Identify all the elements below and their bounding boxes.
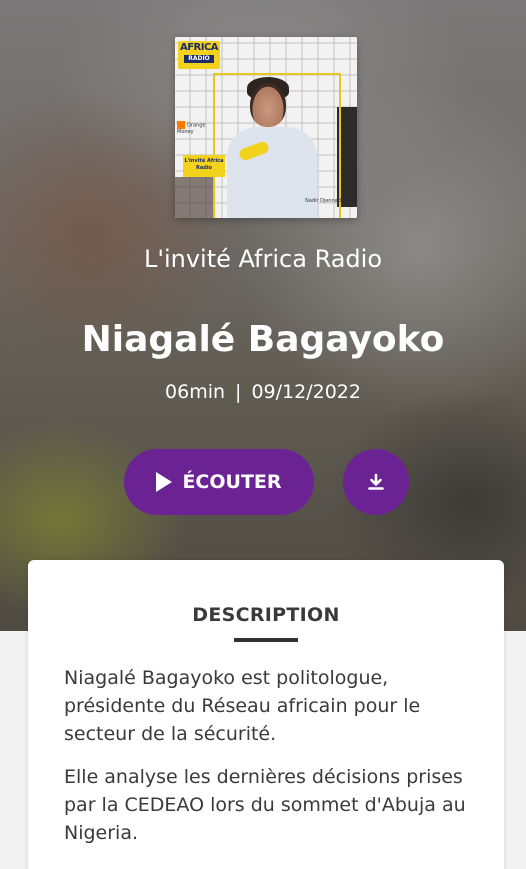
episode-cover-image: AFRICA RADIO Orange Money L'invité Afric… [175, 37, 357, 218]
description-card: DESCRIPTION Niagalé Bagayoko est politol… [28, 560, 504, 869]
play-icon [156, 472, 173, 492]
description-paragraph: Niagalé Bagayoko est politologue, présid… [64, 667, 421, 745]
heading-underline [234, 638, 298, 642]
listen-button[interactable]: ÉCOUTER [124, 449, 314, 515]
episode-title: Niagalé Bagayoko [81, 319, 445, 360]
africa-radio-logo: AFRICA RADIO [178, 41, 220, 69]
logo-line2: RADIO [184, 55, 214, 63]
cover-tag: L'invité Africa Radio [183, 155, 225, 177]
description-heading: DESCRIPTION [192, 604, 340, 626]
episode-duration: 06min [165, 381, 226, 403]
sponsor-logo: Orange Money [177, 121, 223, 135]
download-icon [368, 473, 384, 490]
show-name[interactable]: L'invité Africa Radio [0, 244, 526, 274]
episode-meta: 06min | 09/12/2022 [0, 379, 526, 405]
description-paragraph: Elle analyse les dernières décisions pri… [64, 766, 466, 844]
meta-separator: | [235, 381, 242, 403]
logo-line1: AFRICA [179, 42, 219, 53]
download-button[interactable] [343, 449, 409, 515]
episode-date: 09/12/2022 [251, 381, 361, 403]
cover-person-body [227, 127, 317, 218]
orange-square-icon [177, 121, 185, 129]
listen-button-label: ÉCOUTER [182, 471, 282, 493]
cover-shadow [175, 177, 215, 218]
cover-person-head [250, 83, 286, 127]
photo-credit: Nadir Djennad [305, 198, 341, 204]
